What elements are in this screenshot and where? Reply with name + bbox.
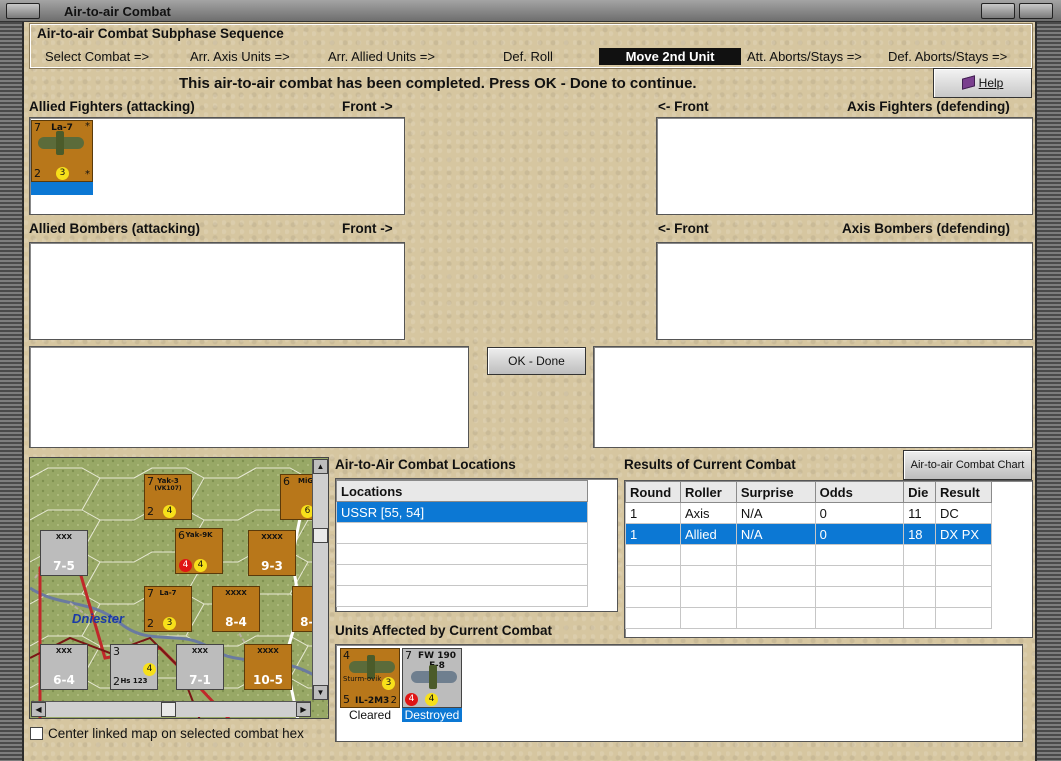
allied-info-panel (29, 346, 469, 448)
location-row[interactable] (336, 522, 588, 544)
allied-bombers-panel[interactable] (29, 242, 405, 340)
help-book-icon (961, 75, 975, 90)
allied-bombers-label: Allied Bombers (attacking) (29, 221, 201, 236)
units-affected-section-label: Units Affected by Current Combat (335, 623, 553, 638)
result-row[interactable] (625, 586, 992, 608)
result-row[interactable] (625, 607, 992, 629)
result-row[interactable]: 1 Axis N/A 0 11 DC (625, 502, 992, 524)
col-odds[interactable]: Odds (814, 481, 905, 503)
axis-fighters-label: Axis Fighters (defending) (847, 99, 1010, 114)
yak3-counter[interactable]: 7 Yak-3 (VK107) 2 4 (144, 474, 192, 520)
col-die[interactable]: Die (903, 481, 937, 503)
center-linked-map-label: Center linked map on selected combat hex (48, 726, 304, 741)
axis-fighters-front: <- Front (658, 99, 709, 114)
location-row[interactable] (336, 585, 588, 607)
location-row[interactable] (336, 543, 588, 565)
hs123-counter[interactable]: 3 Hs 123 2 4 (110, 644, 158, 690)
yak9k-counter[interactable]: 6 Yak-9K 4 4 (175, 528, 223, 574)
step-move-2nd-unit: Move 2nd Unit (599, 48, 741, 65)
air-combat-chart-button[interactable]: Air-to-air Combat Chart (903, 450, 1032, 480)
col-roller[interactable]: Roller (679, 481, 737, 503)
status-message: This air-to-air combat has been complete… (179, 75, 697, 92)
results-table[interactable]: Round Roller Surprise Odds Die Result 1A… (625, 481, 992, 629)
location-row[interactable] (336, 564, 588, 586)
step-def-aborts-stays: Def. Aborts/Stays => (888, 49, 1008, 64)
center-linked-map-checkbox[interactable] (30, 727, 43, 740)
results-section-label: Results of Current Combat (624, 457, 796, 472)
aircraft-icon (349, 655, 395, 679)
locations-table[interactable]: Locations USSR [55, 54] (336, 480, 588, 607)
vertical-scroll-thumb[interactable] (313, 528, 328, 543)
map-horizontal-scrollbar[interactable]: ◀ ▶ (31, 701, 311, 717)
aircraft-icon (38, 131, 84, 155)
unit-8-4-counter[interactable]: XXXX 8-4 (212, 586, 260, 632)
title-bar[interactable]: Air-to-air Combat (0, 0, 1061, 22)
horizontal-scroll-thumb[interactable] (161, 702, 176, 717)
axis-bombers-front: <- Front (658, 221, 709, 236)
unit-7-1-counter[interactable]: XXX 7-1 (176, 644, 224, 690)
la7-selection-bar (31, 182, 93, 195)
col-result[interactable]: Result (935, 481, 992, 503)
allied-fighters-front: Front -> (342, 99, 393, 114)
la7-map-counter[interactable]: 7 La-7 2 3 (144, 586, 192, 632)
map-vertical-scrollbar[interactable]: ▲ ▼ (312, 459, 328, 700)
sequence-title: Air-to-air Combat Subphase Sequence (37, 26, 284, 41)
scroll-left-icon[interactable]: ◀ (31, 702, 46, 717)
locations-header[interactable]: Locations (336, 480, 588, 502)
il2m3-counter[interactable]: 4 Sturm-ovik 3 5 IL-2M3 2 (340, 648, 400, 708)
step-arr-axis-units: Arr. Axis Units => (190, 49, 290, 64)
allied-fighters-label: Allied Fighters (attacking) (29, 99, 195, 114)
axis-bombers-panel[interactable] (656, 242, 1033, 340)
location-row[interactable]: USSR [55, 54] (336, 501, 588, 523)
result-row[interactable] (625, 565, 992, 587)
col-surprise[interactable]: Surprise (735, 481, 816, 503)
close-button[interactable] (1019, 3, 1053, 19)
scroll-down-icon[interactable]: ▼ (313, 685, 328, 700)
axis-bombers-label: Axis Bombers (defending) (842, 221, 1011, 236)
la7-fighter-counter[interactable]: 7 La-7 * 2 3 * (31, 120, 93, 182)
result-row[interactable] (625, 544, 992, 566)
step-def-roll: Def. Roll (503, 49, 553, 64)
unit-7-5-counter[interactable]: XXX 7-5 (40, 530, 88, 576)
window-title: Air-to-air Combat (64, 4, 171, 19)
unit-9-3-counter[interactable]: XXXX 9-3 (248, 530, 296, 576)
scroll-right-icon[interactable]: ▶ (296, 702, 311, 717)
il2m3-status: Cleared (348, 708, 392, 722)
system-menu-button[interactable] (6, 3, 40, 19)
fw190-status: Destroyed (402, 708, 462, 722)
col-round[interactable]: Round (625, 481, 681, 503)
ok-done-button[interactable]: OK - Done (487, 347, 586, 375)
unit-6-4-counter[interactable]: XXX 6-4 (40, 644, 88, 690)
step-select-combat: Select Combat => (45, 49, 150, 64)
help-button[interactable]: Help (933, 68, 1032, 98)
minimize-button[interactable] (981, 3, 1015, 19)
counter-circle: 3 (56, 167, 69, 180)
result-row[interactable]: 1 Allied N/A 0 18 DX PX (625, 523, 992, 545)
axis-info-panel (593, 346, 1033, 448)
step-att-aborts-stays: Att. Aborts/Stays => (747, 49, 862, 64)
step-arr-allied-units: Arr. Allied Units => (328, 49, 435, 64)
scroll-up-icon[interactable]: ▲ (313, 459, 328, 474)
allied-bombers-front: Front -> (342, 221, 393, 236)
unit-10-5-counter[interactable]: XXXX 10-5 (244, 644, 292, 690)
right-border (1035, 22, 1061, 761)
river-label: Dniester (72, 611, 125, 626)
axis-fighters-panel[interactable] (656, 117, 1033, 215)
fw190-counter[interactable]: 7 FW 190 F-8 4 4 (402, 648, 462, 708)
mini-map[interactable]: Dniester 7 Yak-3 (VK107) 2 4 6 MiG- 6 6 … (29, 457, 329, 719)
left-border (0, 22, 24, 761)
locations-section-label: Air-to-Air Combat Locations (335, 457, 516, 472)
aircraft-icon (411, 665, 457, 689)
